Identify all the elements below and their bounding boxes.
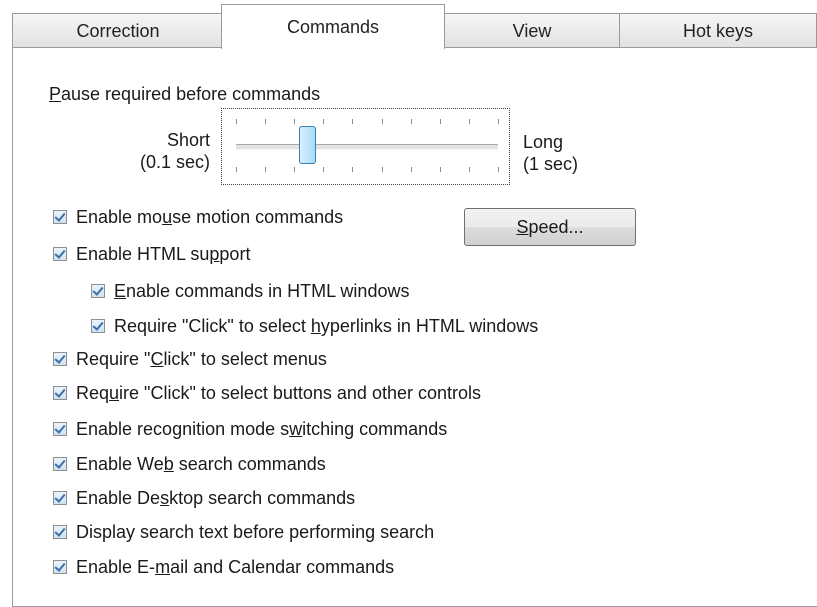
long-label-line2: (1 sec) [523, 154, 579, 174]
option-label: Require "Click" to select menus [76, 348, 327, 369]
option-html-support[interactable]: Enable HTML support [53, 241, 250, 267]
option-label: Enable Desktop search commands [76, 487, 356, 508]
slider-tick [469, 167, 470, 172]
checkbox[interactable] [53, 386, 67, 400]
slider-tick [411, 119, 412, 124]
checkbox[interactable] [53, 560, 67, 574]
slider-tick [265, 119, 266, 124]
option-email-calendar[interactable]: Enable E-mail and Calendar commands [53, 554, 394, 580]
pause-label-mnemonic: P [49, 84, 62, 104]
pause-slider[interactable] [221, 108, 510, 185]
slider-tick [440, 167, 441, 172]
speed-button-mnemonic: S [516, 216, 529, 237]
slider-tick [352, 119, 353, 124]
tab-strip: Correction Commands View Hot keys [0, 0, 817, 49]
slider-tick [411, 167, 412, 172]
checkbox[interactable] [91, 319, 105, 333]
checkbox[interactable] [53, 247, 67, 261]
option-html-window-commands[interactable]: Enable commands in HTML windows [91, 278, 409, 304]
slider-tick [382, 167, 383, 172]
option-display-search-text[interactable]: Display search text before performing se… [53, 519, 434, 545]
option-label: Enable E-mail and Calendar commands [76, 556, 395, 577]
slider-tick [265, 167, 266, 172]
option-click-hyperlinks[interactable]: Require "Click" to select hyperlinks in … [91, 313, 538, 339]
checkbox[interactable] [53, 525, 67, 539]
option-label: Require "Click" to select buttons and ot… [76, 382, 481, 403]
slider-tick [382, 119, 383, 124]
checkbox[interactable] [91, 284, 105, 298]
pause-group-label: Pause required before commands [49, 84, 320, 105]
option-click-buttons[interactable]: Require "Click" to select buttons and ot… [53, 380, 481, 406]
slider-track[interactable] [236, 144, 498, 150]
slider-tick [498, 119, 499, 124]
option-mouse-motion[interactable]: Enable mouse motion commands [53, 204, 343, 230]
tab-correction[interactable]: Correction [12, 13, 224, 47]
checkbox[interactable] [53, 491, 67, 505]
slider-tick [323, 119, 324, 124]
slider-tick [352, 167, 353, 172]
checkbox[interactable] [53, 457, 67, 471]
slider-tick [498, 167, 499, 172]
tab-hot-keys[interactable]: Hot keys [619, 13, 817, 47]
slider-tick [323, 167, 324, 172]
option-label: Enable mouse motion commands [76, 206, 344, 227]
short-label-line1: Short [166, 130, 210, 150]
option-label: Enable recognition mode switching comman… [76, 418, 448, 439]
option-label: Enable commands in HTML windows [114, 280, 410, 301]
short-label: Short (0.1 sec) [110, 129, 210, 173]
option-click-menus[interactable]: Require "Click" to select menus [53, 346, 327, 372]
tab-commands[interactable]: Commands [221, 4, 445, 49]
option-web-search[interactable]: Enable Web search commands [53, 451, 326, 477]
checkbox[interactable] [53, 352, 67, 366]
slider-thumb[interactable] [299, 126, 316, 164]
short-label-line2: (0.1 sec) [139, 152, 210, 172]
slider-tick [236, 167, 237, 172]
long-label: Long (1 sec) [523, 131, 578, 175]
slider-tick [294, 119, 295, 124]
tab-view[interactable]: View [443, 13, 621, 47]
option-label: Enable HTML support [76, 243, 251, 264]
speed-button[interactable]: Speed... [464, 208, 636, 246]
slider-tick [294, 167, 295, 172]
checkbox[interactable] [53, 210, 67, 224]
option-mode-switching[interactable]: Enable recognition mode switching comman… [53, 416, 447, 442]
option-label: Require "Click" to select hyperlinks in … [114, 315, 539, 336]
long-label-line1: Long [523, 132, 564, 152]
option-label: Display search text before performing se… [76, 521, 435, 542]
speed-button-label: peed... [528, 216, 584, 237]
slider-tick [236, 119, 237, 124]
checkbox[interactable] [53, 422, 67, 436]
slider-tick [469, 119, 470, 124]
slider-tick [440, 119, 441, 124]
option-desktop-search[interactable]: Enable Desktop search commands [53, 485, 355, 511]
pause-label-text: ause required before commands [61, 84, 321, 104]
option-label: Enable Web search commands [76, 453, 326, 474]
